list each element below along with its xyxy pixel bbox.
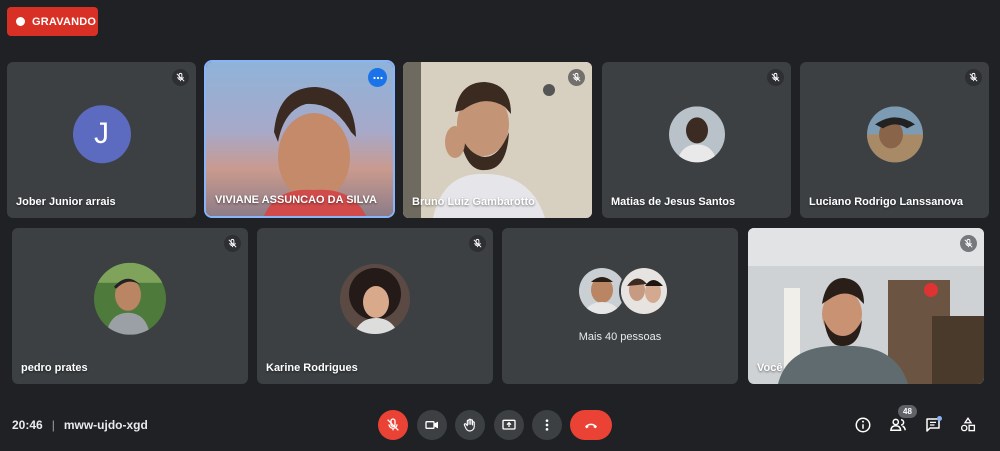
mic-off-icon: [469, 235, 486, 252]
recording-label: GRAVANDO: [32, 15, 97, 28]
more-options-icon[interactable]: [368, 68, 387, 87]
activities-icon: [960, 417, 976, 432]
participant-tile-self[interactable]: Você: [748, 228, 984, 384]
leave-call-button[interactable]: [570, 410, 612, 440]
present-icon: [502, 419, 516, 430]
mic-off-icon: [965, 69, 982, 86]
participant-tile-viviane[interactable]: VIVIANE ASSUNCAO DA SILVA: [204, 60, 395, 218]
mic-toggle-button[interactable]: [378, 410, 408, 440]
info-icon: [855, 417, 871, 433]
mic-off-icon: [960, 235, 977, 252]
participant-name: Jober Junior arrais: [16, 196, 116, 208]
participant-tile-pedro[interactable]: pedro prates: [12, 228, 248, 384]
more-vert-icon: [545, 419, 549, 431]
participant-video: [264, 87, 366, 216]
people-icon: [890, 418, 906, 431]
participant-name: Bruno Luiz Gambarotto: [412, 196, 535, 208]
participant-tile-jober[interactable]: J Jober Junior arrais: [7, 62, 196, 218]
avatar: [619, 266, 669, 316]
hand-icon: [463, 418, 475, 432]
mic-off-icon: [172, 69, 189, 86]
participant-tile-luciano[interactable]: Luciano Rodrigo Lanssanova: [800, 62, 989, 218]
mic-off-icon: [568, 69, 585, 86]
more-options-button[interactable]: [532, 410, 562, 440]
participant-tile-karine[interactable]: Karine Rodrigues: [257, 228, 493, 384]
participant-tile-bruno[interactable]: Bruno Luiz Gambarotto: [403, 62, 592, 218]
divider: |: [51, 418, 55, 432]
hang-up-icon: [585, 423, 597, 429]
mic-off-icon: [767, 69, 784, 86]
meeting-time: 20:46: [12, 418, 43, 432]
more-people-label: Mais 40 pessoas: [578, 331, 662, 343]
participant-name: Matias de Jesus Santos: [611, 196, 736, 208]
participant-tile-matias[interactable]: Matias de Jesus Santos: [602, 62, 791, 218]
people-count-badge: 48: [898, 405, 917, 418]
mic-off-icon: [387, 418, 399, 431]
mic-off-icon: [224, 235, 241, 252]
raise-hand-button[interactable]: [455, 410, 485, 440]
meeting-details-button[interactable]: [852, 414, 874, 436]
participant-video: [748, 228, 984, 384]
avatar: [866, 106, 923, 163]
participant-name: Você: [757, 362, 783, 374]
recording-dot-icon: [16, 17, 25, 26]
present-screen-button[interactable]: [494, 410, 524, 440]
camera-icon: [425, 421, 438, 429]
avatar: [94, 262, 166, 335]
camera-toggle-button[interactable]: [417, 410, 447, 440]
more-participants-tile[interactable]: Mais 40 pessoas: [502, 228, 738, 384]
participant-name: Luciano Rodrigo Lanssanova: [809, 196, 964, 208]
participant-name: Karine Rodrigues: [266, 362, 358, 374]
participant-name: pedro prates: [21, 362, 88, 374]
chat-notification-dot: [937, 416, 942, 421]
avatar: J: [72, 105, 131, 164]
participant-name: VIVIANE ASSUNCAO DA SILVA: [215, 194, 377, 206]
meeting-info: 20:46 | mww-ujdo-xgd: [12, 418, 148, 432]
avatar: [668, 106, 725, 163]
activities-button[interactable]: [957, 414, 979, 436]
recording-badge[interactable]: GRAVANDO: [7, 7, 98, 36]
meeting-code: mww-ujdo-xgd: [63, 418, 148, 432]
participant-video: [403, 62, 592, 218]
avatar: [340, 264, 410, 334]
